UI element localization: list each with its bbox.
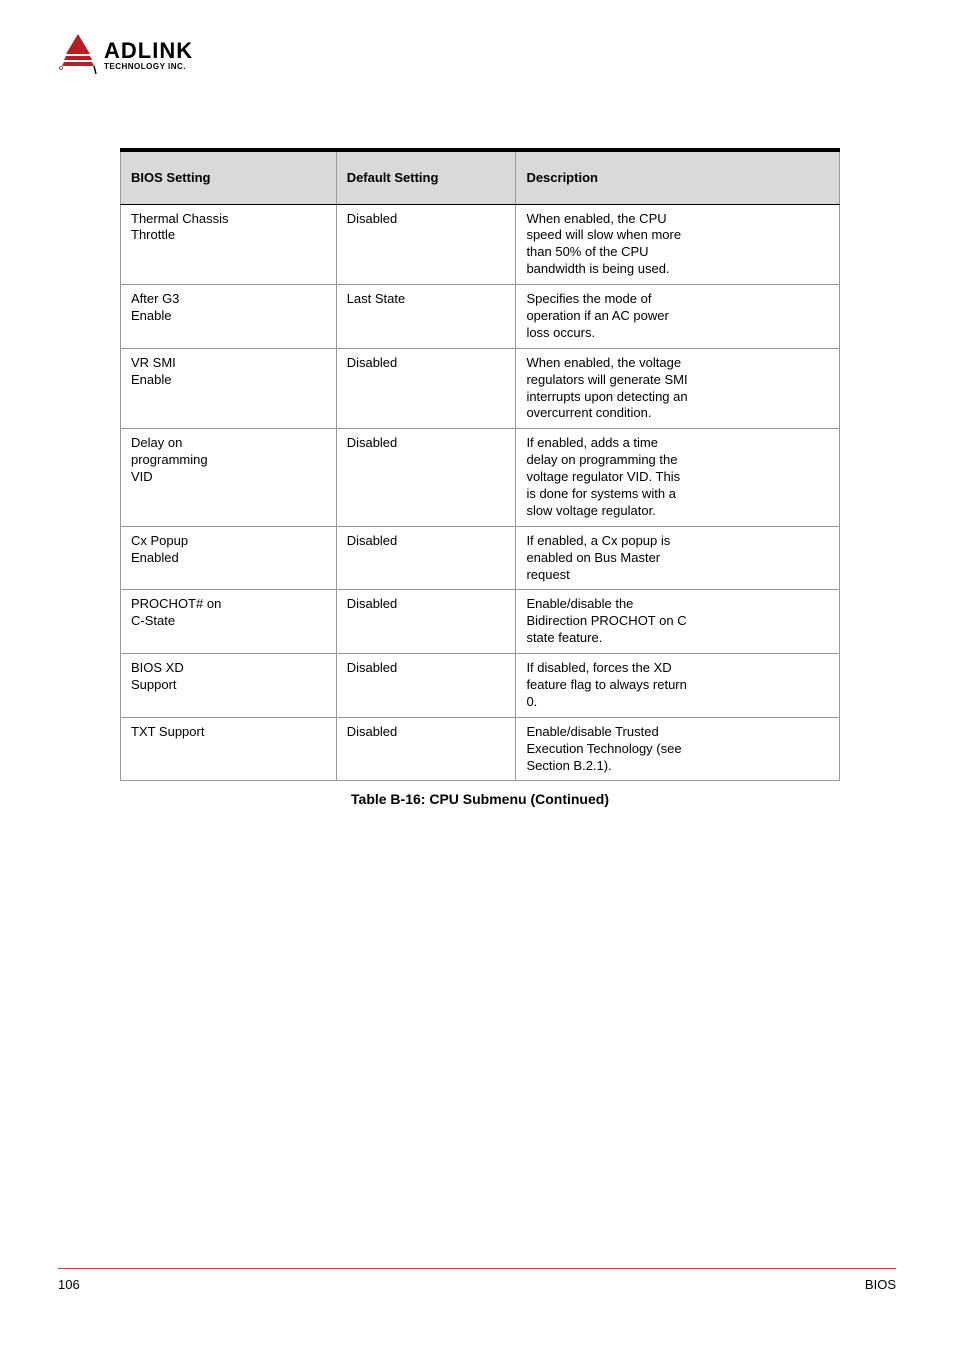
table-cell: If disabled, forces the XDfeature flag t… [516, 654, 840, 718]
table-row: TXT SupportDisabledEnable/disable Truste… [121, 717, 840, 781]
adlink-logo-icon [58, 32, 98, 76]
table-row: PROCHOT# onC-StateDisabledEnable/disable… [121, 590, 840, 654]
table-row: VR SMIEnableDisabledWhen enabled, the vo… [121, 348, 840, 429]
table-cell: Cx PopupEnabled [121, 526, 337, 590]
logo-main-text: ADLINK [104, 38, 193, 64]
table-cell: VR SMIEnable [121, 348, 337, 429]
table-cell: If enabled, a Cx popup isenabled on Bus … [516, 526, 840, 590]
table-cell: Enable/disable theBidirection PROCHOT on… [516, 590, 840, 654]
logo-sub-text: TECHNOLOGY INC. [104, 62, 193, 71]
page-number: 106 [58, 1277, 80, 1292]
table-row: Delay onprogrammingVIDDisabledIf enabled… [121, 429, 840, 526]
section-name: BIOS [865, 1277, 896, 1292]
table-row: BIOS XDSupportDisabledIf disabled, force… [121, 654, 840, 718]
table-cell: Disabled [336, 348, 516, 429]
table-cell: Disabled [336, 717, 516, 781]
table-cell: When enabled, the voltageregulators will… [516, 348, 840, 429]
table-cell: Specifies the mode ofoperation if an AC … [516, 285, 840, 349]
header-default-setting: Default Setting [336, 152, 516, 204]
table-caption: Table B-16: CPU Submenu (Continued) [120, 791, 840, 807]
table-cell: Thermal ChassisThrottle [121, 204, 337, 285]
table-row: After G3EnableLast StateSpecifies the mo… [121, 285, 840, 349]
bios-settings-table: BIOS Setting Default Setting Description… [120, 152, 840, 781]
table-cell: Disabled [336, 204, 516, 285]
table-cell: When enabled, the CPUspeed will slow whe… [516, 204, 840, 285]
table-cell: Disabled [336, 429, 516, 526]
table-cell: After G3Enable [121, 285, 337, 349]
header-bios-setting: BIOS Setting [121, 152, 337, 204]
table-cell: Last State [336, 285, 516, 349]
table-cell: Enable/disable TrustedExecution Technolo… [516, 717, 840, 781]
logo-text: ADLINK TECHNOLOGY INC. [104, 38, 193, 71]
page-footer: 106 BIOS [58, 1268, 896, 1292]
table-cell: Disabled [336, 526, 516, 590]
logo: ADLINK TECHNOLOGY INC. [58, 32, 193, 76]
table-cell: BIOS XDSupport [121, 654, 337, 718]
table-cell: If enabled, adds a timedelay on programm… [516, 429, 840, 526]
table-cell: PROCHOT# onC-State [121, 590, 337, 654]
table-row: Thermal ChassisThrottleDisabledWhen enab… [121, 204, 840, 285]
header-description: Description [516, 152, 840, 204]
table-cell: Delay onprogrammingVID [121, 429, 337, 526]
table-cell: Disabled [336, 590, 516, 654]
table-cell: Disabled [336, 654, 516, 718]
table-header-row: BIOS Setting Default Setting Description [121, 152, 840, 204]
table-cell: TXT Support [121, 717, 337, 781]
table-row: Cx PopupEnabledDisabledIf enabled, a Cx … [121, 526, 840, 590]
bios-table-container: BIOS Setting Default Setting Description… [120, 148, 840, 807]
